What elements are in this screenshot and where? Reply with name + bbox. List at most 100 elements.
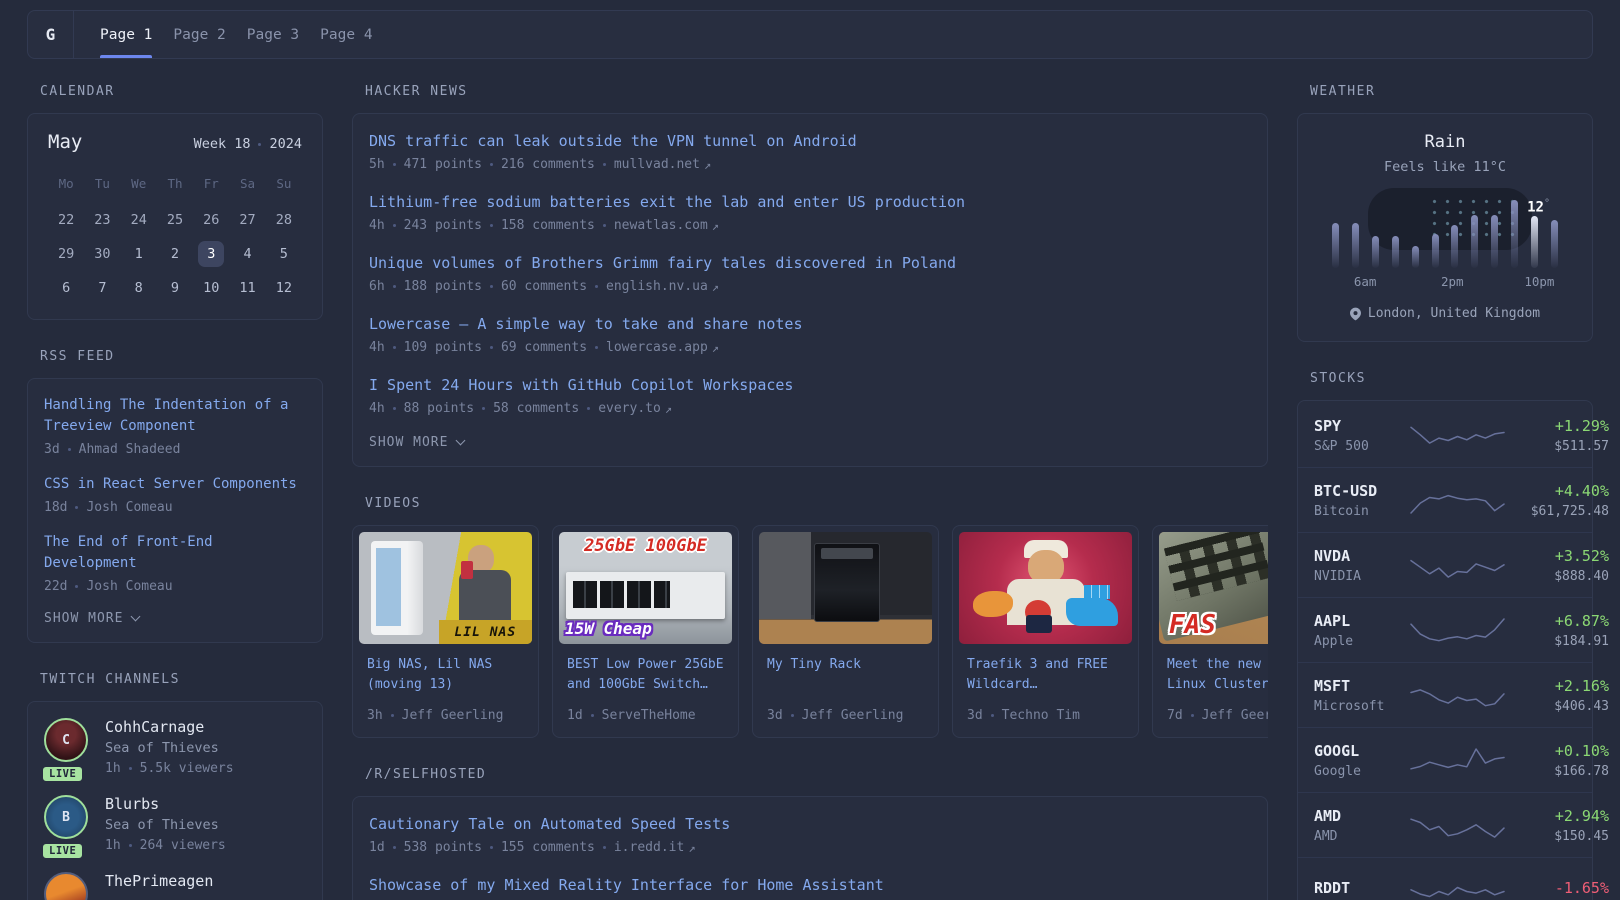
weather-axis: 6am 2pm 10pm [1324, 274, 1566, 290]
app-logo[interactable]: G [28, 11, 74, 58]
twitch-channel-row[interactable]: ThePrimeagen [44, 872, 306, 900]
separator-dot [490, 285, 493, 288]
video-thumbnail[interactable] [759, 532, 932, 644]
stock-ticker[interactable]: GOOGL [1314, 742, 1410, 760]
hn-story[interactable]: Lowercase – A simple way to take and sha… [369, 313, 1251, 355]
hn-story[interactable]: Lithium-free sodium batteries exit the l… [369, 191, 1251, 233]
calendar-day: 27 [229, 203, 265, 237]
channel-name[interactable]: CohhCarnage [105, 718, 234, 736]
stock-change: -1.65% [1505, 879, 1609, 897]
video-title[interactable]: Traefik 3 and FREE Wildcard… [967, 655, 1124, 695]
stock-row[interactable]: MSFTMicrosoft +2.16%$406.43 [1298, 662, 1592, 727]
video-thumbnail[interactable]: FAS [1159, 532, 1268, 644]
stock-ticker[interactable]: RDDT [1314, 879, 1410, 897]
stock-ticker[interactable]: AMD [1314, 807, 1410, 825]
hn-story-title[interactable]: DNS traffic can leak outside the VPN tun… [369, 130, 1251, 152]
hn-story[interactable]: Unique volumes of Brothers Grimm fairy t… [369, 252, 1251, 294]
rss-item-title[interactable]: The End of Front-End Development [44, 532, 306, 574]
video-card[interactable]: 25GbE 100GbE 15W Cheap BEST Low Power 25… [552, 525, 739, 738]
rss-item-title[interactable]: CSS in React Server Components [44, 474, 306, 495]
rss-item[interactable]: CSS in React Server Components 18dJosh C… [44, 474, 306, 515]
channel-name[interactable]: ThePrimeagen [105, 872, 213, 890]
calendar-day: 28 [266, 203, 302, 237]
middle-column: HACKER NEWS DNS traffic can leak outside… [352, 84, 1268, 900]
separator-dot [258, 143, 261, 146]
channel-game: Sea of Thieves [105, 817, 226, 833]
hn-story-comments[interactable]: 58 comments [493, 401, 579, 416]
tab-page-4[interactable]: Page 4 [320, 11, 372, 58]
external-link-icon: ↗ [704, 158, 711, 172]
video-card[interactable]: My Tiny Rack 3dJeff Geerling [752, 525, 939, 738]
stock-ticker[interactable]: MSFT [1314, 677, 1410, 695]
reddit-post-title[interactable]: Cautionary Tale on Automated Speed Tests [369, 813, 1251, 835]
weather-bar [1412, 246, 1419, 268]
hn-story-title[interactable]: Lowercase – A simple way to take and sha… [369, 313, 1251, 335]
video-thumbnail[interactable]: 25GbE 100GbE 15W Cheap [559, 532, 732, 644]
hn-story-title[interactable]: I Spent 24 Hours with GitHub Copilot Wor… [369, 374, 1251, 396]
stock-ticker[interactable]: NVDA [1314, 547, 1410, 565]
hn-story-domain[interactable]: every.to [598, 401, 661, 416]
stock-row[interactable]: AMDAMD +2.94%$150.45 [1298, 792, 1592, 857]
twitch-channel-row[interactable]: B LIVE Blurbs Sea of Thieves 1h264 viewe… [44, 795, 306, 853]
rss-item[interactable]: The End of Front-End Development 22dJosh… [44, 532, 306, 594]
rss-item-title[interactable]: Handling The Indentation of a Treeview C… [44, 395, 306, 437]
hn-story-domain[interactable]: newatlas.com [614, 218, 708, 233]
hn-story[interactable]: I Spent 24 Hours with GitHub Copilot Wor… [369, 374, 1251, 416]
hn-story-comments[interactable]: 216 comments [501, 157, 595, 172]
weather-bar [1491, 215, 1498, 268]
reddit-post[interactable]: Showcase of my Mixed Reality Interface f… [369, 874, 1251, 896]
stock-ticker[interactable]: SPY [1314, 417, 1410, 435]
weather-condition: Rain [1314, 132, 1576, 152]
channel-uptime: 1h [105, 838, 121, 853]
hn-show-more-button[interactable]: SHOW MORE [369, 435, 1251, 450]
reddit-post-domain[interactable]: i.redd.it [614, 840, 684, 855]
weather-bar [1392, 236, 1399, 268]
video-title[interactable]: Meet the new Linux Cluster [1167, 655, 1268, 695]
tab-page-2[interactable]: Page 2 [173, 11, 225, 58]
hn-story-comments[interactable]: 158 comments [501, 218, 595, 233]
video-card[interactable]: LIL NAS Big NAS, Lil NAS (moving 13) 3hJ… [352, 525, 539, 738]
hn-story-points: 243 points [404, 218, 482, 233]
separator-dot [393, 346, 396, 349]
channel-name[interactable]: Blurbs [105, 795, 226, 813]
hn-story-comments[interactable]: 60 comments [501, 279, 587, 294]
hn-story-points: 109 points [404, 340, 482, 355]
stock-price: $406.43 [1505, 699, 1609, 714]
video-thumbnail[interactable]: LIL NAS [359, 532, 532, 644]
hn-story-domain[interactable]: english.nv.ua [606, 279, 708, 294]
hn-story-comments[interactable]: 69 comments [501, 340, 587, 355]
page-tabs: Page 1 Page 2 Page 3 Page 4 [100, 11, 394, 58]
video-title[interactable]: Big NAS, Lil NAS (moving 13) [367, 655, 524, 695]
stock-row[interactable]: AAPLApple +6.87%$184.91 [1298, 597, 1592, 662]
hn-story-title[interactable]: Lithium-free sodium batteries exit the l… [369, 191, 1251, 213]
stock-row[interactable]: RDDT -1.65% [1298, 857, 1592, 900]
video-channel: Jeff Geerling [402, 708, 504, 723]
channel-uptime: 1h [105, 761, 121, 776]
stock-row[interactable]: NVDANVIDIA +3.52%$888.40 [1298, 532, 1592, 597]
tab-page-3[interactable]: Page 3 [247, 11, 299, 58]
hn-story[interactable]: DNS traffic can leak outside the VPN tun… [369, 130, 1251, 172]
rss-item[interactable]: Handling The Indentation of a Treeview C… [44, 395, 306, 457]
hn-story-domain[interactable]: mullvad.net [614, 157, 700, 172]
video-card[interactable]: FAS Meet the new Linux Cluster 7dJeff Ge… [1152, 525, 1268, 738]
calendar-day: 8 [121, 271, 157, 305]
video-thumbnail[interactable] [959, 532, 1132, 644]
stock-ticker[interactable]: AAPL [1314, 612, 1410, 630]
tab-page-1[interactable]: Page 1 [100, 11, 152, 58]
stock-row[interactable]: BTC-USDBitcoin +4.40%$61,725.48 [1298, 467, 1592, 532]
reddit-post[interactable]: Cautionary Tale on Automated Speed Tests… [369, 813, 1251, 855]
stock-row[interactable]: GOOGLGoogle +0.10%$166.78 [1298, 727, 1592, 792]
video-title[interactable]: BEST Low Power 25GbE and 100GbE Switch… [567, 655, 724, 695]
video-card[interactable]: Traefik 3 and FREE Wildcard… 3dTechno Ti… [952, 525, 1139, 738]
calendar-day: 22 [48, 203, 84, 237]
reddit-post-comments[interactable]: 155 comments [501, 840, 595, 855]
video-title[interactable]: My Tiny Rack [767, 655, 924, 695]
stock-ticker[interactable]: BTC-USD [1314, 482, 1410, 500]
rss-show-more-button[interactable]: SHOW MORE [44, 611, 306, 626]
chevron-down-icon [456, 436, 466, 446]
stock-row[interactable]: SPYS&P 500 +1.29%$511.57 [1298, 403, 1592, 467]
hn-story-domain[interactable]: lowercase.app [606, 340, 708, 355]
reddit-post-title[interactable]: Showcase of my Mixed Reality Interface f… [369, 874, 1251, 896]
hn-story-title[interactable]: Unique volumes of Brothers Grimm fairy t… [369, 252, 1251, 274]
twitch-channel-row[interactable]: C LIVE CohhCarnage Sea of Thieves 1h5.5k… [44, 718, 306, 776]
